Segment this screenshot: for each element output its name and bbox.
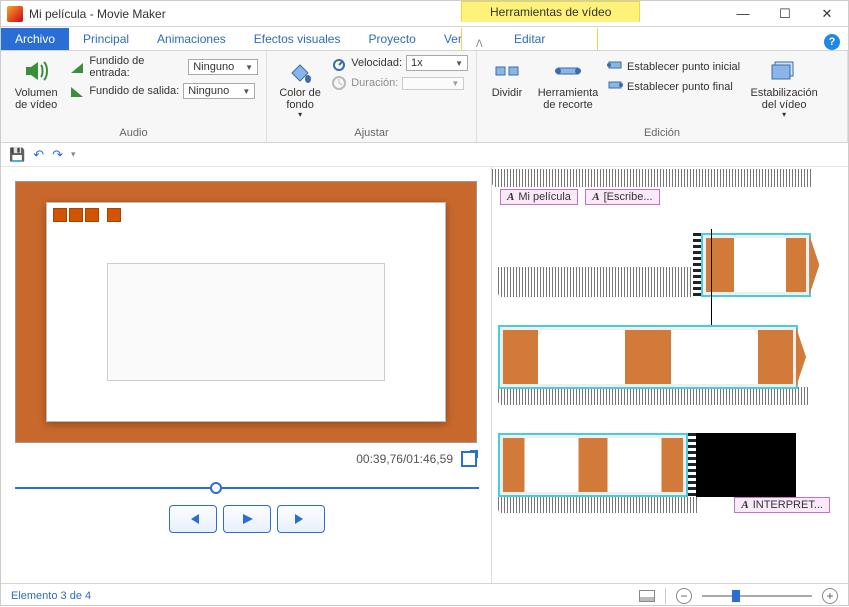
zoom-slider[interactable] bbox=[702, 595, 812, 597]
zoom-in-button[interactable]: + bbox=[822, 588, 838, 604]
ribbon: Volumen de vídeo Fundido de entrada: Nin… bbox=[1, 51, 848, 143]
split-button[interactable]: Dividir bbox=[485, 55, 529, 99]
fade-in-label: Fundido de entrada: bbox=[89, 55, 184, 79]
video-preview[interactable] bbox=[15, 181, 477, 443]
preview-pane: 00:39,76/01:46,59 bbox=[1, 167, 491, 583]
status-element-count: Elemento 3 de 4 bbox=[11, 590, 91, 602]
duration-icon bbox=[331, 75, 347, 91]
trim-icon bbox=[554, 57, 582, 85]
time-display: 00:39,76/01:46,59 bbox=[356, 452, 453, 466]
tab-home[interactable]: Principal bbox=[69, 28, 143, 50]
fade-in-icon bbox=[69, 59, 85, 75]
title-clip-1[interactable]: AMi película bbox=[500, 189, 578, 205]
set-end-button[interactable]: Establecer punto final bbox=[607, 79, 740, 95]
maximize-button[interactable]: ☐ bbox=[764, 1, 806, 27]
seek-slider[interactable] bbox=[15, 481, 479, 495]
minimize-button[interactable]: — bbox=[722, 1, 764, 27]
video-clip-2[interactable] bbox=[498, 325, 798, 389]
qat-customize[interactable]: ▾ bbox=[71, 149, 76, 160]
status-bar: Elemento 3 de 4 − + bbox=[1, 583, 848, 607]
trim-tool-label: Herramienta de recorte bbox=[535, 87, 601, 111]
contextual-tab-header: Herramientas de vídeo bbox=[461, 1, 640, 22]
audio-track-top[interactable] bbox=[492, 169, 812, 187]
seek-thumb[interactable] bbox=[210, 482, 222, 494]
ribbon-tabstrip: Archivo Principal Animaciones Efectos vi… bbox=[1, 27, 848, 51]
video-volume-label: Volumen de vídeo bbox=[9, 87, 63, 111]
set-start-label: Establecer punto inicial bbox=[627, 61, 740, 73]
film-edge-icon bbox=[693, 233, 701, 297]
save-button[interactable]: 💾 bbox=[9, 147, 25, 163]
window-title: Mi película - Movie Maker bbox=[29, 7, 166, 21]
video-clip-black[interactable] bbox=[696, 433, 796, 497]
speed-label: Velocidad: bbox=[351, 57, 402, 69]
quick-access-toolbar: 💾 ↶ ↷ ▾ bbox=[1, 143, 848, 167]
group-audio-label: Audio bbox=[9, 125, 258, 142]
speaker-icon bbox=[22, 57, 50, 85]
fade-out-combo[interactable]: Ninguno▼ bbox=[183, 83, 255, 99]
set-end-icon bbox=[607, 79, 623, 95]
duration-combo[interactable]: ▼ bbox=[402, 77, 464, 90]
fade-out-icon bbox=[69, 83, 85, 99]
help-icon[interactable]: ? bbox=[824, 34, 840, 50]
speed-icon bbox=[331, 55, 347, 71]
next-frame-button[interactable] bbox=[277, 505, 325, 533]
set-start-icon bbox=[607, 59, 623, 75]
trim-tool-button[interactable]: Herramienta de recorte bbox=[535, 55, 601, 111]
close-button[interactable]: ✕ bbox=[806, 1, 848, 27]
title-clip-2[interactable]: A[Escribe... bbox=[585, 189, 659, 205]
title-clip-3[interactable]: AINTERPRET... bbox=[734, 497, 830, 513]
speed-combo[interactable]: 1x▼ bbox=[406, 55, 468, 71]
split-icon bbox=[493, 57, 521, 85]
video-clip-1[interactable] bbox=[701, 233, 811, 297]
tab-visual-effects[interactable]: Efectos visuales bbox=[240, 28, 355, 50]
tab-animations[interactable]: Animaciones bbox=[143, 28, 240, 50]
tab-edit[interactable]: Editar bbox=[461, 28, 598, 50]
stabilization-button[interactable]: Estabilización del vídeo▾ bbox=[746, 55, 822, 120]
timeline-pane[interactable]: AMi película A[Escribe... AINTERPRET... bbox=[491, 167, 848, 583]
undo-button[interactable]: ↶ bbox=[33, 147, 44, 163]
fade-out-label: Fundido de salida: bbox=[89, 85, 179, 97]
app-icon bbox=[7, 6, 23, 22]
video-clip-3[interactable] bbox=[498, 433, 688, 497]
audio-wave-2[interactable] bbox=[498, 387, 808, 405]
redo-button[interactable]: ↷ bbox=[52, 147, 63, 163]
stabilization-label: Estabilización del vídeo bbox=[746, 87, 822, 111]
play-button[interactable] bbox=[223, 505, 271, 533]
stabilization-icon bbox=[770, 57, 798, 85]
bg-color-label: Color de fondo bbox=[275, 87, 325, 111]
tab-file[interactable]: Archivo bbox=[1, 28, 69, 50]
title-bar: Mi película - Movie Maker Herramientas d… bbox=[1, 1, 848, 27]
paint-bucket-icon bbox=[286, 57, 314, 85]
prev-frame-button[interactable] bbox=[169, 505, 217, 533]
group-edit-label: Edición bbox=[485, 125, 839, 142]
audio-wave[interactable] bbox=[498, 267, 698, 297]
duration-label: Duración: bbox=[351, 77, 398, 89]
zoom-out-button[interactable]: − bbox=[676, 588, 692, 604]
video-volume-button[interactable]: Volumen de vídeo bbox=[9, 55, 63, 111]
content-area: 00:39,76/01:46,59 AMi película A[Escribe… bbox=[1, 167, 848, 583]
fullscreen-icon[interactable] bbox=[461, 451, 477, 467]
split-label: Dividir bbox=[492, 87, 523, 99]
bg-color-button[interactable]: Color de fondo▾ bbox=[275, 55, 325, 120]
group-adjust-label: Ajustar bbox=[275, 125, 468, 142]
thumbnail-size-icon[interactable] bbox=[639, 590, 655, 602]
tab-project[interactable]: Proyecto bbox=[354, 28, 429, 50]
fade-in-combo[interactable]: Ninguno▼ bbox=[188, 59, 258, 75]
set-start-button[interactable]: Establecer punto inicial bbox=[607, 59, 740, 75]
set-end-label: Establecer punto final bbox=[627, 81, 733, 93]
